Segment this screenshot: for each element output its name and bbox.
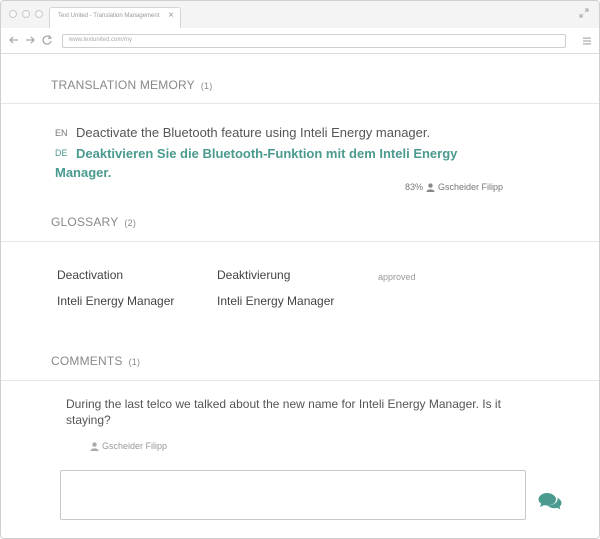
match-percentage: 83%: [405, 182, 424, 192]
source-language-label: EN: [55, 128, 68, 138]
glossary-target-term: Inteli Energy Manager: [217, 294, 335, 308]
glossary-source-term: Deactivation: [57, 268, 124, 282]
translation-memory-count: (1): [200, 81, 213, 91]
user-icon: [426, 182, 435, 192]
glossary-source-term: Inteli Energy Manager: [57, 294, 175, 308]
glossary-header[interactable]: GLOSSARY (2): [51, 215, 136, 229]
send-chat-icon[interactable]: [538, 491, 562, 511]
divider: [1, 241, 599, 242]
comments-header[interactable]: COMMENTS (1): [51, 354, 140, 368]
title-bar: Text United - Translation Management ×: [1, 1, 599, 28]
minimize-window-button[interactable]: [22, 10, 30, 18]
url-text: www.textunited.com/my: [69, 37, 133, 43]
tab-close-icon[interactable]: ×: [168, 11, 174, 21]
comment-author-meta: Gscheider Filipp: [90, 441, 167, 451]
divider: [1, 103, 599, 104]
glossary-target-term: Deaktivierung: [217, 268, 291, 282]
glossary-count: (2): [124, 218, 137, 228]
target-segment-text[interactable]: Deaktivieren Sie die Bluetooth-Funktion …: [55, 144, 495, 182]
comments-count: (1): [128, 357, 141, 367]
menu-icon[interactable]: [583, 37, 591, 45]
expand-icon[interactable]: [579, 8, 589, 18]
source-segment-text: Deactivate the Bluetooth feature using I…: [76, 125, 431, 140]
url-input[interactable]: www.textunited.com/my: [62, 34, 566, 48]
translation-memory-header[interactable]: TRANSLATION MEMORY (1): [51, 78, 212, 92]
window-controls: [9, 10, 43, 18]
glossary-status-badge: approved: [378, 272, 416, 282]
tm-match-meta: 83% Gscheider Filipp: [405, 182, 503, 192]
reload-icon[interactable]: [41, 34, 53, 46]
address-bar: www.textunited.com/my: [1, 28, 599, 54]
tm-author: Gscheider Filipp: [438, 182, 504, 192]
close-window-button[interactable]: [9, 10, 17, 18]
browser-window: Text United - Translation Management × w…: [0, 0, 600, 539]
maximize-window-button[interactable]: [35, 10, 43, 18]
divider: [1, 380, 599, 381]
comment-text: During the last telco we talked about th…: [66, 397, 501, 427]
comment-author: Gscheider Filipp: [102, 441, 168, 451]
back-arrow-icon[interactable]: [8, 34, 20, 46]
glossary-title: GLOSSARY: [51, 215, 119, 229]
user-icon: [90, 441, 99, 451]
browser-tab[interactable]: Text United - Translation Management ×: [49, 7, 181, 28]
forward-arrow-icon[interactable]: [24, 34, 36, 46]
comments-title: COMMENTS: [51, 354, 123, 368]
translation-memory-title: TRANSLATION MEMORY: [51, 78, 195, 92]
tab-title: Text United - Translation Management: [58, 13, 160, 19]
comment-input[interactable]: [60, 470, 526, 520]
